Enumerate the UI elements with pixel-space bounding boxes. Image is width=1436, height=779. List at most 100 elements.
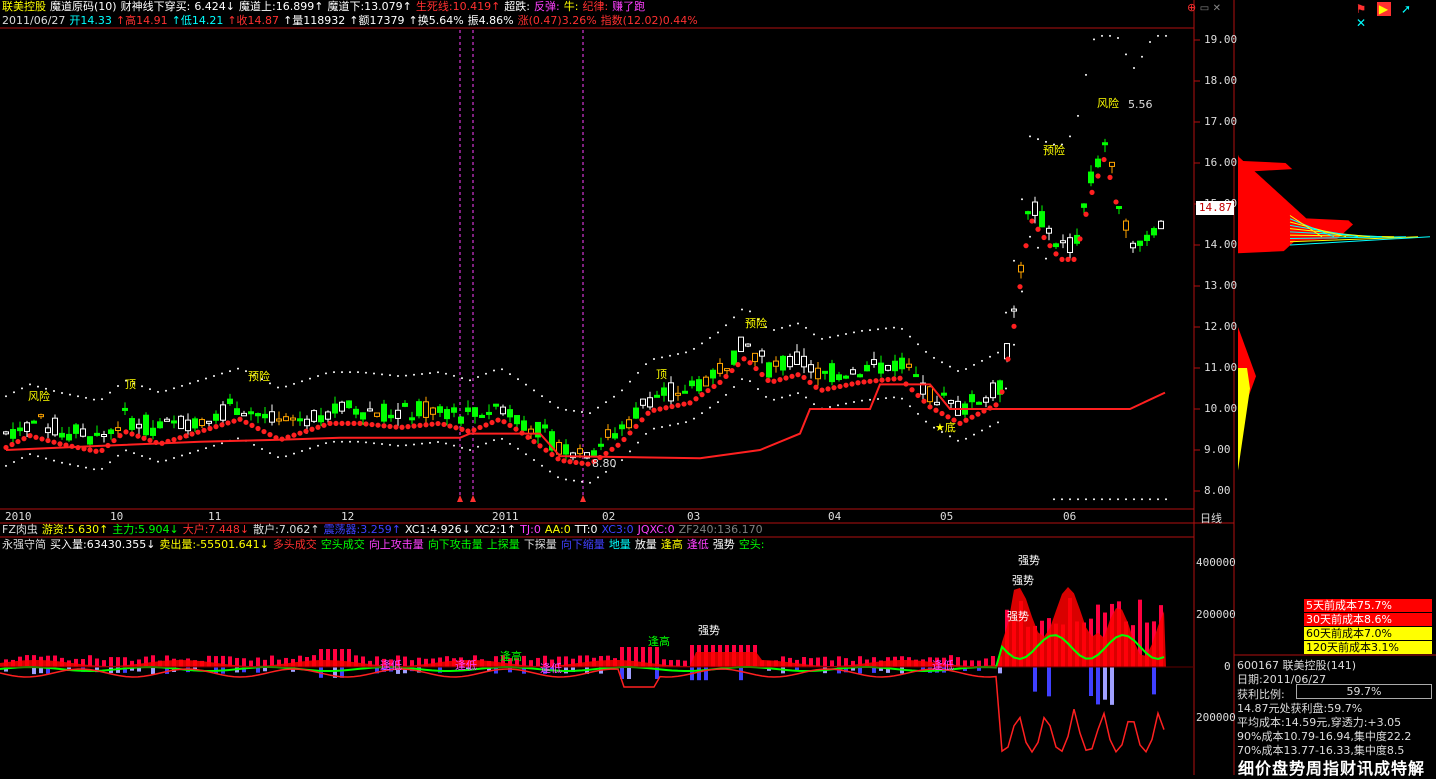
annotation-strong4: 强势 [698,624,720,637]
lower-band-dot [309,447,311,450]
upper-band-dot [517,378,519,381]
row1-item: 6.424↓ [194,0,236,13]
upper-band-dot [61,392,63,395]
lower-band-dot [805,396,807,399]
candle-body [598,443,604,447]
upper-band-dot [245,370,247,373]
lower-band-dot [181,454,183,457]
lower-band-dot [1053,498,1055,501]
volume-tick: 0 [1224,660,1231,673]
row4-item: 空头: [738,538,765,551]
lower-band-dot [637,441,639,444]
lower-band-dot [1117,498,1119,501]
price-tick: 16.00 [1204,156,1238,169]
lower-band-dot [829,405,831,408]
trend-dot [27,433,33,439]
row2-item: 2011/06/27 [2,14,66,27]
row2-item: ↑换5.64% [408,14,464,27]
candle-body [3,431,9,435]
pin-icon[interactable]: ⊕ [1187,1,1196,14]
lower-band-dot [205,447,207,450]
trend-dot [87,447,93,453]
lower-band-dot [261,447,263,450]
lower-band-dot [573,479,575,482]
lower-band-dot [445,442,447,445]
lower-band-dot [917,412,919,415]
lower-band-dot [93,468,95,471]
candle-body [45,427,51,434]
trend-dot [57,441,63,447]
upper-band-dot [869,329,871,332]
row4-item: 逢低 [686,538,709,551]
upper-band-dot [549,400,551,403]
candle-body [185,419,191,432]
upper-band-dot [77,395,79,398]
candle-body [241,412,247,417]
minimize-icon[interactable]: ▭ [1200,3,1209,14]
annotation-risk2: 风险 [1097,97,1119,110]
candle-body [220,404,226,421]
trend-dot [933,407,939,413]
lower-band-dot [525,453,527,456]
row1-item: 魔道原码(10) [50,0,117,13]
lower-band-dot [517,447,519,450]
candle-body [1116,206,1122,210]
annotation-top1: 顶 [125,378,136,391]
close-icon[interactable]: ✕ [1213,3,1221,14]
candle-body [563,444,569,455]
lower-band-dot [45,457,47,460]
trend-dot [573,459,579,466]
lower-band-dot [477,445,479,448]
row3-item: TJ:0 [520,523,541,536]
upper-band-dot [53,389,55,392]
upper-band-dot [485,372,487,375]
annotation-low4: 逢低 [932,659,954,672]
trend-dot [177,435,183,441]
upper-band-dot [949,365,951,368]
profit-bar: 59.7% [1296,684,1432,699]
row3-item: XC3:0 [601,523,634,536]
row1-item: 联美控股 [2,0,46,13]
upper-band-dot [293,382,295,385]
trend-dot [45,437,51,444]
upper-band-dot [605,401,607,404]
lower-band-dot [373,442,375,445]
lower-band-dot [605,470,607,473]
trend-dot [363,421,369,427]
period-label[interactable]: 日线 [1200,510,1222,526]
upper-band-dot [837,334,839,337]
row4-item: 上探量 [486,538,520,551]
upper-band-dot [469,379,471,382]
candle-body [626,419,632,429]
trend-dot [1041,234,1047,241]
trend-dot [399,424,405,430]
candle-body [794,351,800,365]
trend-dot [141,435,147,441]
upper-band-dot [1125,53,1127,56]
lower-band-dot [109,461,111,464]
row1-item: 反弹: [534,0,560,13]
row4-item: 强势 [712,538,735,551]
row4-item: 多头成交 [272,538,317,551]
upper-band-dot [1133,67,1135,70]
upper-band-dot [925,350,927,353]
upper-band-dot [429,372,431,375]
candle-body [759,350,765,357]
lower-band-dot [1093,498,1095,501]
lower-band-dot [5,464,7,467]
upper-band-dot [277,386,279,389]
candle-body [276,418,282,422]
lower-band-dot [1165,498,1167,501]
trend-dot [891,376,897,382]
upper-band-dot [981,359,983,362]
price-tick: 18.00 [1204,74,1238,87]
row3-item: JQXC:0 [637,523,675,536]
upper-band-dot [725,324,727,327]
trend-dot [1059,256,1065,262]
candle-body [1095,158,1101,168]
upper-band-dot [661,356,663,359]
candle-body [927,386,933,403]
upper-band-dot [917,343,919,346]
lower-band-dot [1045,257,1047,260]
lower-band-dot [741,378,743,381]
